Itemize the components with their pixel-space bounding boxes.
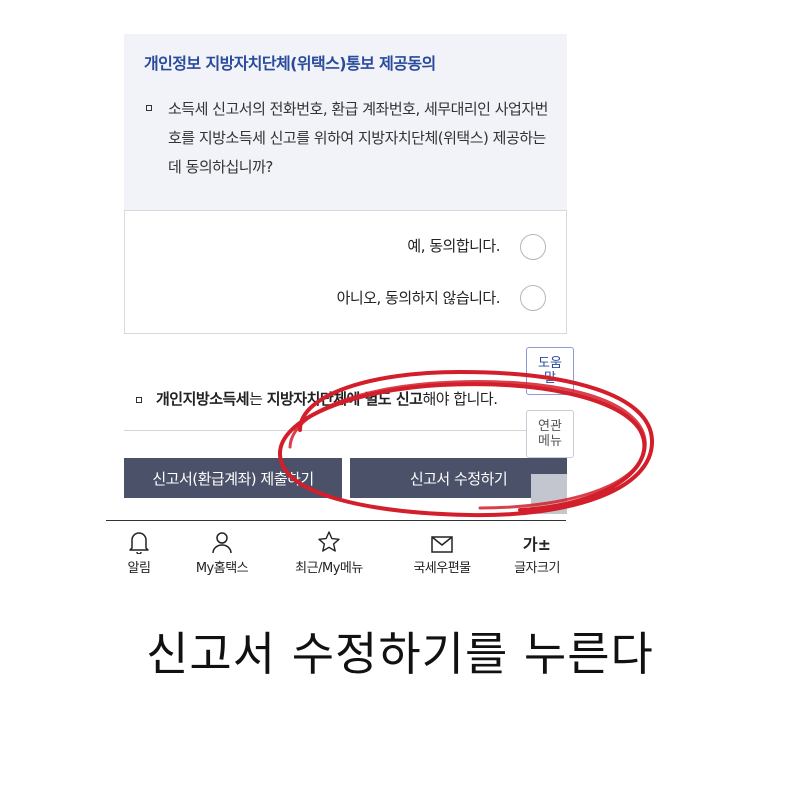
tab-recent-label: 최근/My메뉴 xyxy=(295,561,363,576)
option-no-radio[interactable] xyxy=(520,285,546,311)
caption-text: 신고서 수정하기를 누른다 xyxy=(146,627,654,681)
bullet-icon xyxy=(146,105,152,111)
related-label-1: 연관 xyxy=(538,419,562,434)
tabbar-divider xyxy=(106,520,566,521)
related-label-2: 메뉴 xyxy=(538,434,562,449)
mail-icon xyxy=(430,530,454,554)
option-yes-radio[interactable] xyxy=(520,234,546,260)
tab-mail-label: 국세우편물 xyxy=(413,561,471,576)
related-menu-button[interactable]: 연관 메뉴 xyxy=(526,410,574,458)
notice-strong-2: 지방자치단체에 별도 신고 xyxy=(266,390,423,408)
notice-plain-2: 해야 합니다. xyxy=(422,390,498,408)
tab-my-label: My홈택스 xyxy=(195,561,249,576)
help-button[interactable]: 도움 말 xyxy=(526,347,574,395)
font-size-glyph: 가± xyxy=(522,535,552,554)
font-size-icon: 가± xyxy=(523,530,551,554)
scroll-top-button[interactable] xyxy=(531,474,567,514)
bullet-icon xyxy=(136,397,142,403)
consent-title: 개인정보 지방자치단체(위택스)통보 제공동의 xyxy=(144,54,436,73)
tab-my-hometax[interactable]: My홈택스 xyxy=(182,530,262,576)
help-label-2: 말 xyxy=(544,371,556,386)
consent-question: 소득세 신고서의 전화번호, 환급 계좌번호, 세무대리인 사업자번호를 지방소… xyxy=(168,100,548,176)
option-no-label[interactable]: 아니오, 동의하지 않습니다. xyxy=(337,287,501,308)
tab-font-label: 글자크기 xyxy=(514,561,560,576)
notice-strong-1: 개인지방소득세 xyxy=(156,390,250,408)
bell-icon xyxy=(128,530,150,554)
star-icon xyxy=(317,530,341,554)
submit-return-button[interactable]: 신고서(환급계좌) 제출하기 xyxy=(124,458,342,498)
option-yes-label[interactable]: 예, 동의합니다. xyxy=(407,235,500,256)
help-label-1: 도움 xyxy=(538,356,562,371)
tab-tax-mail[interactable]: 국세우편물 xyxy=(402,530,482,576)
person-icon xyxy=(211,530,233,554)
notice-text: 개인지방소득세는 지방자치단체에 별도 신고해야 합니다. xyxy=(156,388,498,409)
divider xyxy=(124,430,567,431)
tab-recent-menu[interactable]: 최근/My메뉴 xyxy=(289,530,369,576)
notice-plain-1: 는 xyxy=(249,390,267,408)
tab-font-size[interactable]: 가± 글자크기 xyxy=(497,530,577,577)
tab-alarm-label: 알림 xyxy=(127,561,151,576)
tab-alarm[interactable]: 알림 xyxy=(99,530,179,576)
consent-options xyxy=(124,210,567,334)
